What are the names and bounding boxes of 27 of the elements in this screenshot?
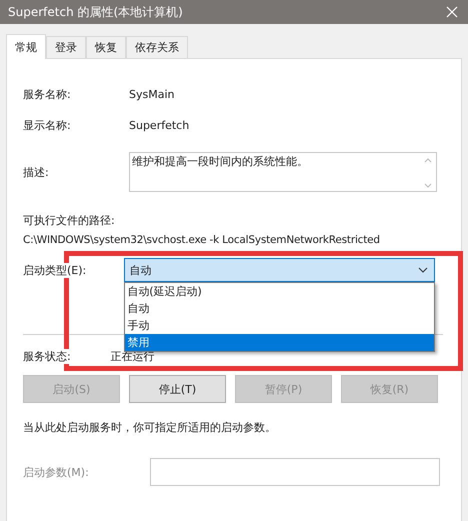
tab[interactable]: 登录 (46, 36, 86, 58)
startup-type-dropdown[interactable]: 自动 (124, 258, 436, 282)
field-label: 服务状态: (23, 348, 71, 364)
path-value: C:\WINDOWS\system32\svchost.exe -k LocalSystemNetworkRestricted (23, 234, 381, 246)
description-text: 维护和提高一段时间内的系统性能。 (132, 154, 308, 170)
field-label: 启动参数(M): (23, 464, 90, 480)
dropdown-option[interactable]: 禁用 (125, 334, 434, 351)
chevron-icon (418, 267, 428, 273)
dropdown-option[interactable]: 自动 (125, 300, 434, 317)
field-value: Superfetch (129, 119, 190, 132)
field-label: 服务名称: (23, 87, 72, 102)
tab[interactable]: 恢复 (86, 36, 126, 58)
service-button[interactable]: 停止(T) (129, 375, 226, 403)
field-label: 显示名称: (23, 118, 72, 133)
field-value: SysMain (129, 88, 174, 101)
tab[interactable]: 依存关系 (126, 36, 188, 58)
path-label: 可执行文件的路径: (23, 213, 116, 228)
dropdown-option[interactable]: 自动(延迟启动) (125, 283, 434, 300)
window-title: Superfetch 的属性(本地计算机) (8, 4, 183, 20)
dropdown-option[interactable]: 手动 (125, 317, 434, 334)
parameters-field[interactable] (150, 458, 440, 486)
tab[interactable]: 常规 (6, 34, 46, 59)
hint-text: 当从此处启动服务时，你可指定所适用的启动参数。 (23, 420, 277, 435)
field-label: 描述: (23, 164, 50, 180)
close-icon[interactable] (446, 6, 458, 18)
field-label: 启动类型(E): (23, 263, 86, 278)
description-box[interactable]: 维护和提高一段时间内的系统性能。 (129, 152, 437, 192)
